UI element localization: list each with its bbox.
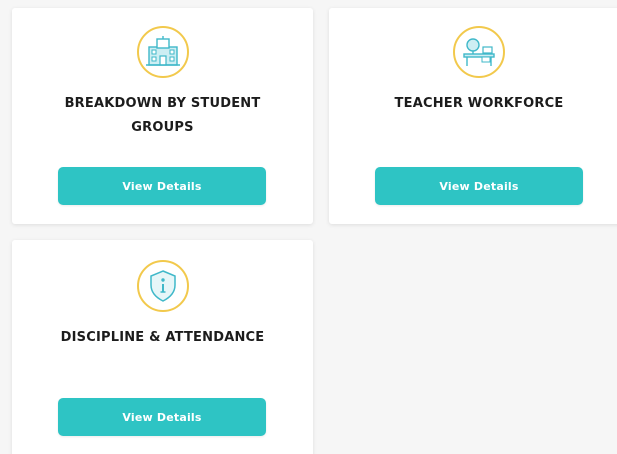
school-building-icon — [136, 26, 189, 78]
card-student-groups: BREAKDOWN BY STUDENT GROUPS View Details — [12, 8, 313, 224]
card-discipline-attendance: DISCIPLINE & ATTENDANCE View Details — [12, 240, 313, 454]
card-title: TEACHER WORKFORCE — [394, 96, 564, 111]
info-shield-icon — [136, 260, 189, 312]
card-title: DISCIPLINE & ATTENDANCE — [60, 330, 265, 345]
view-details-button[interactable]: View Details — [58, 167, 266, 205]
view-details-button[interactable]: View Details — [58, 398, 266, 436]
view-details-button[interactable]: View Details — [375, 167, 583, 205]
report-card-grid: BREAKDOWN BY STUDENT GROUPS View Details… — [0, 0, 617, 454]
card-title: BREAKDOWN BY STUDENT GROUPS — [64, 96, 261, 135]
teacher-desk-icon — [453, 26, 505, 78]
card-teacher-workforce: TEACHER WORKFORCE View Details — [329, 8, 617, 224]
